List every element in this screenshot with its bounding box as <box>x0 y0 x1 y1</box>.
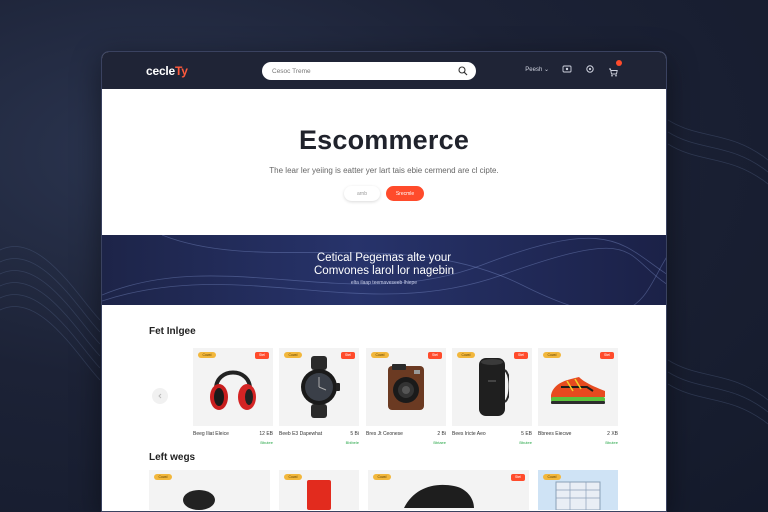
second-products-row: Cowd Cowd Cowd Stel Cowd <box>102 470 666 510</box>
product-card[interactable]: Cowd Stel Beeg Iliat Eleice 12 EB Bbutee <box>193 348 273 445</box>
sale-tag: Stel <box>511 474 525 481</box>
product-info-row: Bres Jt Ceonese 2 Bi <box>366 431 446 437</box>
logo-accent-text: Ty <box>175 63 188 78</box>
sneaker-icon <box>551 377 605 404</box>
top-navbar: cecleTy Cesoc Treme Peesh ⌄ <box>102 52 666 89</box>
product-badge: Cowd <box>284 352 302 358</box>
product-card[interactable]: Cowd Stel Bres Jt Ceonese 2 Bi Bbtaee <box>366 348 446 445</box>
headphones-icon <box>210 370 256 410</box>
banner-line-2: Comvones larol lor nagebin <box>314 265 454 277</box>
product-card[interactable]: Cowd Stel Bbrees Eiecwe 2 XB Bbutee <box>538 348 618 445</box>
stock-status: Bblbele <box>345 440 359 445</box>
product-price: 2 XB <box>607 431 618 437</box>
carousel-prev-button[interactable] <box>152 388 168 404</box>
cart-button[interactable] <box>608 60 622 77</box>
product-info-row: Bbrees Eiecwe 2 XB <box>538 431 618 437</box>
second-section-title: Left wegs <box>149 452 196 463</box>
promo-banner[interactable]: Cetical Pegemas alte your Comvones larol… <box>102 235 666 305</box>
search-placeholder: Cesoc Treme <box>272 67 311 75</box>
search-icon[interactable] <box>458 66 468 76</box>
product-badge: Cowd <box>154 474 172 480</box>
product-price: 12 EB <box>259 431 273 437</box>
product-image[interactable]: Cowd Stel <box>279 348 359 426</box>
stock-status: Bbutee <box>519 440 532 445</box>
sale-tag: Stel <box>428 352 442 359</box>
product-thumbnail <box>404 484 474 508</box>
product-info-row: Beeb E3 Dapewhat 5 Bi <box>279 431 359 437</box>
product-price: 2 Bi <box>437 431 446 437</box>
product-price: 5 EB <box>521 431 532 437</box>
product-info-row: Bees Iricte Aeo 5 EB <box>452 431 532 437</box>
hero-section: Escommerce The lear ler yeiing is eatter… <box>102 89 666 235</box>
cart-badge <box>616 60 622 66</box>
camera-icon <box>388 364 424 410</box>
product-card[interactable]: Cowd Stel Bees Iricte Aeo 5 EB Bbutee <box>452 348 532 445</box>
product-image[interactable]: Cowd Stel <box>538 348 618 426</box>
product-thumbnail <box>307 480 331 510</box>
product-name[interactable]: Bbrees Eiecwe <box>538 431 571 437</box>
secondary-cta-button[interactable]: arnb <box>344 186 380 201</box>
stock-status: Bbtaee <box>433 440 446 445</box>
profile-card-icon[interactable] <box>562 64 572 74</box>
chevron-left-icon <box>158 393 162 399</box>
cart-icon <box>609 68 618 77</box>
product-image[interactable]: Cowd Stel <box>452 348 532 426</box>
nav-menu-link[interactable]: Peesh ⌄ <box>525 66 549 73</box>
hero-title: Escommerce <box>298 125 470 155</box>
primary-cta-button[interactable]: Srecmle <box>386 186 424 201</box>
product-card[interactable]: Cowd <box>149 470 270 510</box>
hero-subtitle: The lear ler yeiing is eatter yer lart t… <box>269 166 499 175</box>
product-image[interactable]: Cowd Stel <box>366 348 446 426</box>
banner-line-1: Cetical Pegemas alte your <box>316 252 452 264</box>
stock-status: Bbutee <box>260 440 273 445</box>
product-name[interactable]: Bres Jt Ceonese <box>366 431 403 437</box>
browser-window: cecleTy Cesoc Treme Peesh ⌄ Escommerce T… <box>101 51 667 512</box>
sale-tag: Stel <box>255 352 269 359</box>
smartwatch-icon <box>301 356 340 418</box>
product-card[interactable]: Cowd <box>538 470 618 510</box>
sale-tag: Stel <box>341 352 355 359</box>
product-thumbnail <box>183 490 215 510</box>
header-actions: Peesh ⌄ <box>525 60 622 77</box>
featured-products-row: Cowd Stel Beeg Iliat Eleice 12 EB Bbutee… <box>102 348 666 452</box>
product-name[interactable]: Beeg Iliat Eleice <box>193 431 229 437</box>
logo-text: cecle <box>146 63 176 78</box>
product-badge: Cowd <box>543 352 561 358</box>
product-badge: Cowd <box>373 474 391 480</box>
search-input[interactable]: Cesoc Treme <box>262 62 476 80</box>
banner-caption: elta ilaap teemaveseeb lhiepe <box>350 280 418 286</box>
product-image[interactable]: Cowd Stel <box>193 348 273 426</box>
product-info-row: Beeg Iliat Eleice 12 EB <box>193 431 273 437</box>
product-badge: Cowd <box>284 474 302 480</box>
product-name[interactable]: Beeb E3 Dapewhat <box>279 431 322 437</box>
speaker-icon <box>479 358 509 416</box>
stock-status: Bbutee <box>605 440 618 445</box>
settings-icon[interactable] <box>585 64 595 74</box>
product-card[interactable]: Cowd Stel <box>368 470 529 510</box>
sale-tag: Stel <box>514 352 528 359</box>
product-price: 5 Bi <box>350 431 359 437</box>
banner-headline: Cetical Pegemas alte your Comvones larol… <box>102 235 666 278</box>
product-badge: Cowd <box>198 352 216 358</box>
product-card[interactable]: Cowd Stel Beeb E3 Dapewhat 5 Bi Bblbele <box>279 348 359 445</box>
brand-logo[interactable]: cecleTy <box>146 64 188 78</box>
hero-buttons: arnb Srecmle <box>102 186 666 201</box>
product-name[interactable]: Bees Iricte Aeo <box>452 431 486 437</box>
product-badge: Cowd <box>457 352 475 358</box>
product-thumbnail <box>555 481 601 510</box>
product-card[interactable]: Cowd <box>279 470 359 510</box>
featured-section-title: Fet Inlgee <box>149 326 196 337</box>
sale-tag: Stel <box>600 352 614 359</box>
product-badge: Cowd <box>371 352 389 358</box>
